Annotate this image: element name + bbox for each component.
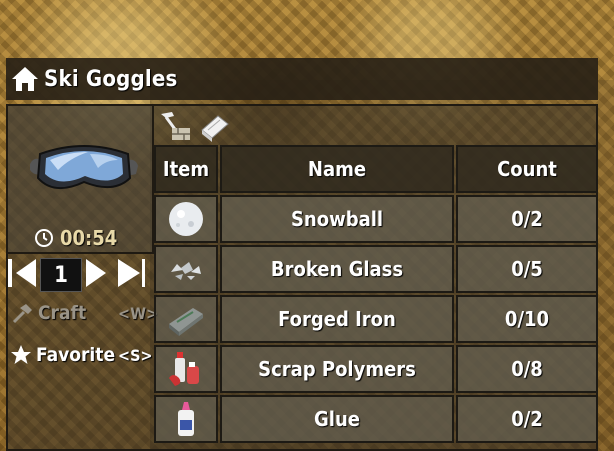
craft-hotkey: <W>	[118, 303, 159, 323]
ingredient-count: 0/2	[456, 395, 598, 443]
craft-label: Craft	[38, 302, 87, 324]
home-icon[interactable]	[10, 64, 40, 94]
scrap-polymers-icon	[169, 352, 199, 386]
table-row[interactable]: Forged Iron 0/10	[154, 295, 598, 343]
ingredients-table: Item Name Count Snowball 0/2 Broken Glas…	[154, 145, 598, 445]
hammer-icon	[12, 304, 32, 324]
page-title: Ski Goggles	[44, 66, 178, 92]
column-header-count: Count	[456, 145, 598, 193]
table-row[interactable]: Snowball 0/2	[154, 195, 598, 243]
decrease-quantity-icon[interactable]	[8, 257, 38, 289]
favorite-label: Favorite	[36, 344, 116, 366]
ingredient-name: Broken Glass	[220, 245, 454, 293]
ingredient-name: Scrap Polymers	[220, 345, 454, 393]
ingredient-name: Glue	[220, 395, 454, 443]
ingredient-count: 0/8	[456, 345, 598, 393]
glue-icon	[178, 402, 194, 436]
favorite-button[interactable]: Favorite <S>	[10, 344, 153, 366]
ski-goggles-icon	[30, 145, 138, 189]
quantity-input[interactable]: 1	[40, 258, 82, 292]
favorite-hotkey: <S>	[118, 345, 153, 365]
ingredient-count: 0/5	[456, 245, 598, 293]
snowball-icon	[169, 202, 203, 236]
table-row[interactable]: Broken Glass 0/5	[154, 245, 598, 293]
ingredient-count: 0/2	[456, 195, 598, 243]
recipe-book-icon[interactable]	[198, 110, 232, 142]
item-cell	[154, 245, 218, 293]
table-header: Item Name Count	[154, 145, 598, 193]
forged-iron-icon	[169, 308, 203, 336]
title-bar: Ski Goggles	[6, 58, 598, 100]
star-icon	[11, 345, 31, 364]
craft-button[interactable]: Craft <W>	[10, 302, 158, 324]
clock-icon	[35, 229, 53, 247]
item-preview: 00:54	[8, 106, 154, 254]
column-header-name: Name	[220, 145, 454, 193]
ingredient-name: Snowball	[220, 195, 454, 243]
item-cell	[154, 395, 218, 443]
recipe-tabs	[158, 108, 232, 144]
max-quantity-icon[interactable]	[116, 257, 148, 289]
increase-quantity-icon[interactable]	[84, 257, 114, 289]
craft-time: 00:54	[60, 226, 118, 250]
table-row[interactable]: Scrap Polymers 0/8	[154, 345, 598, 393]
ingredient-count: 0/10	[456, 295, 598, 343]
workbench-tools-icon[interactable]	[158, 110, 192, 142]
table-row[interactable]: Glue 0/2	[154, 395, 598, 443]
craft-timer: 00:54	[34, 226, 117, 250]
broken-glass-icon	[171, 262, 201, 280]
item-cell	[154, 295, 218, 343]
quantity-stepper: 1	[4, 254, 150, 294]
item-cell	[154, 195, 218, 243]
item-cell	[154, 345, 218, 393]
ingredient-name: Forged Iron	[220, 295, 454, 343]
column-header-item: Item	[154, 145, 218, 193]
